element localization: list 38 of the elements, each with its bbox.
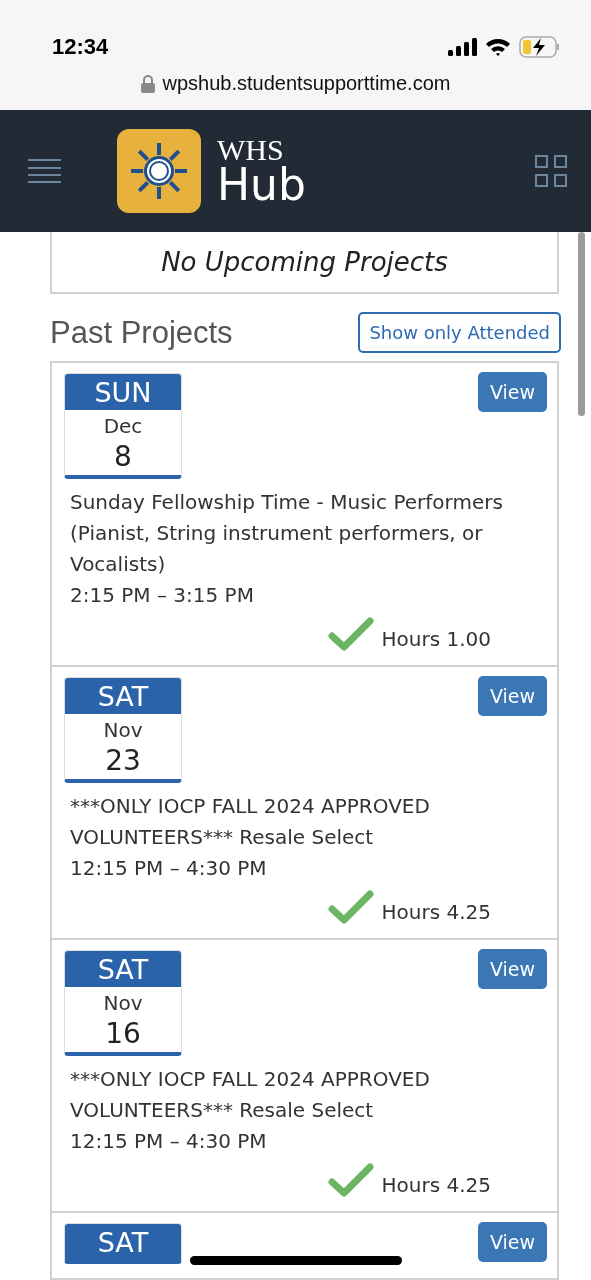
project-time: 12:15 PM – 4:30 PM — [70, 1128, 268, 1155]
sun-logo-icon — [117, 129, 201, 213]
url-text: wpshub.studentsupporttime.com — [162, 72, 451, 95]
view-button[interactable]: View — [477, 372, 547, 412]
month: Nov — [102, 991, 144, 1015]
menu-icon[interactable] — [28, 159, 61, 183]
filter-button[interactable]: Show only Attended — [358, 312, 561, 353]
project-title: ***ONLY IOCP FALL 2024 APPROVED VOLUNTEERS*** Resale Select — [70, 1066, 431, 1124]
view-button[interactable]: View — [477, 949, 547, 989]
weekday: SAT — [65, 951, 181, 987]
empty-message: No Upcoming Projects — [161, 247, 448, 277]
project-title: Sunday Fellowship Time - Music Performers (Pianist, String instrument performers, or Vocalists) — [70, 489, 504, 578]
day-number: 16 — [104, 1016, 142, 1052]
month: Dec — [102, 414, 144, 438]
project-title: ***ONLY IOCP FALL 2024 APPROVED VOLUNTEERS*** Resale Select — [70, 793, 431, 851]
grid-icon[interactable] — [535, 155, 567, 187]
logo-text: Hub — [217, 163, 306, 207]
project-time: 12:15 PM – 4:30 PM — [70, 855, 268, 882]
hours-label: Hours 4.25 — [381, 900, 491, 924]
wifi-icon — [485, 37, 511, 57]
weekday: SAT — [65, 1224, 181, 1260]
view-button[interactable]: View — [477, 676, 547, 716]
project-time: 2:15 PM – 3:15 PM — [70, 582, 255, 609]
battery-icon — [519, 36, 561, 58]
hours-label: Hours 4.25 — [381, 1173, 491, 1197]
view-button[interactable]: View — [477, 1222, 547, 1262]
scrollbar[interactable] — [578, 232, 585, 416]
logo-text: WHS — [217, 135, 285, 165]
weekday: SAT — [65, 678, 181, 714]
hours-label: Hours 1.00 — [381, 627, 491, 651]
lock-icon — [140, 74, 155, 93]
clock-time: 12:34 — [52, 34, 109, 60]
day-number: 8 — [113, 439, 133, 475]
signal-icon — [447, 37, 477, 57]
weekday: SUN — [65, 374, 181, 410]
day-number: 23 — [104, 743, 142, 779]
section-title: Past Projects — [50, 314, 233, 351]
month: Nov — [102, 718, 144, 742]
